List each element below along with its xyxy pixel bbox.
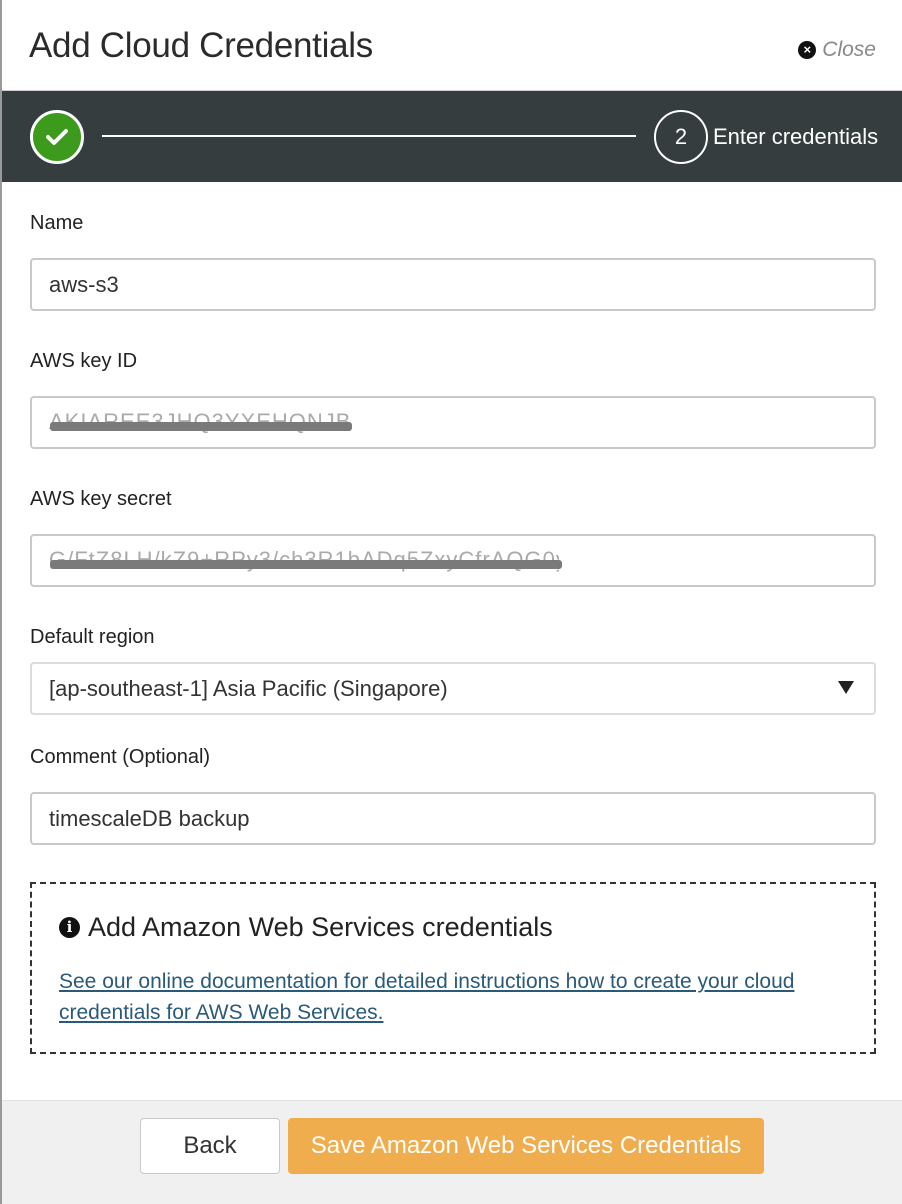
comment-input[interactable]: timescaleDB backup: [30, 792, 876, 845]
default-region-value: [ap-southeast-1] Asia Pacific (Singapore…: [49, 675, 448, 701]
default-region-select[interactable]: [ap-southeast-1] Asia Pacific (Singapore…: [30, 662, 876, 715]
name-label: Name: [30, 212, 84, 234]
dialog-footer: Back Save Amazon Web Services Credential…: [2, 1100, 902, 1204]
info-title: i Add Amazon Web Services credentials: [59, 912, 553, 943]
redaction-bar: [50, 560, 562, 569]
step-2-label: Enter credentials: [713, 124, 879, 149]
name-input-value: aws-s3: [49, 271, 119, 297]
default-region-label: Default region: [30, 626, 155, 648]
step-1-complete: [30, 110, 84, 164]
documentation-link[interactable]: See our online documentation for detaile…: [59, 966, 849, 1028]
name-input[interactable]: aws-s3: [30, 258, 876, 311]
aws-key-secret-label: AWS key secret: [30, 488, 172, 510]
close-label[interactable]: Close: [822, 38, 876, 62]
comment-input-value: timescaleDB backup: [49, 805, 250, 831]
step-connector-line: [102, 135, 636, 137]
info-icon: i: [59, 917, 80, 938]
aws-key-id-input[interactable]: AKIAREE3JHQ3YXEHQNJB: [30, 396, 876, 449]
info-title-text: Add Amazon Web Services credentials: [88, 912, 553, 942]
wizard-stepper: 2 Enter credentials: [2, 91, 902, 182]
dialog-title: Add Cloud Credentials: [29, 26, 373, 65]
aws-key-id-label: AWS key ID: [30, 350, 138, 372]
redaction-bar: [50, 422, 352, 431]
close-button[interactable]: × Close: [798, 38, 876, 62]
dialog-header: Add Cloud Credentials × Close: [2, 0, 902, 91]
close-icon[interactable]: ×: [798, 41, 817, 59]
step-2-indicator: 2: [654, 110, 708, 164]
checkmark-icon: [46, 129, 68, 145]
dropdown-arrow-icon[interactable]: [838, 681, 854, 694]
save-credentials-button[interactable]: Save Amazon Web Services Credentials: [288, 1118, 764, 1174]
back-button[interactable]: Back: [140, 1118, 280, 1174]
comment-label: Comment (Optional): [30, 746, 211, 768]
aws-key-secret-input[interactable]: G/FtZ8LH/kZ9+RPy3/ch3R1bADq5ZxyCfrAQG0y: [30, 534, 876, 587]
info-box: i Add Amazon Web Services credentials Se…: [30, 882, 876, 1054]
